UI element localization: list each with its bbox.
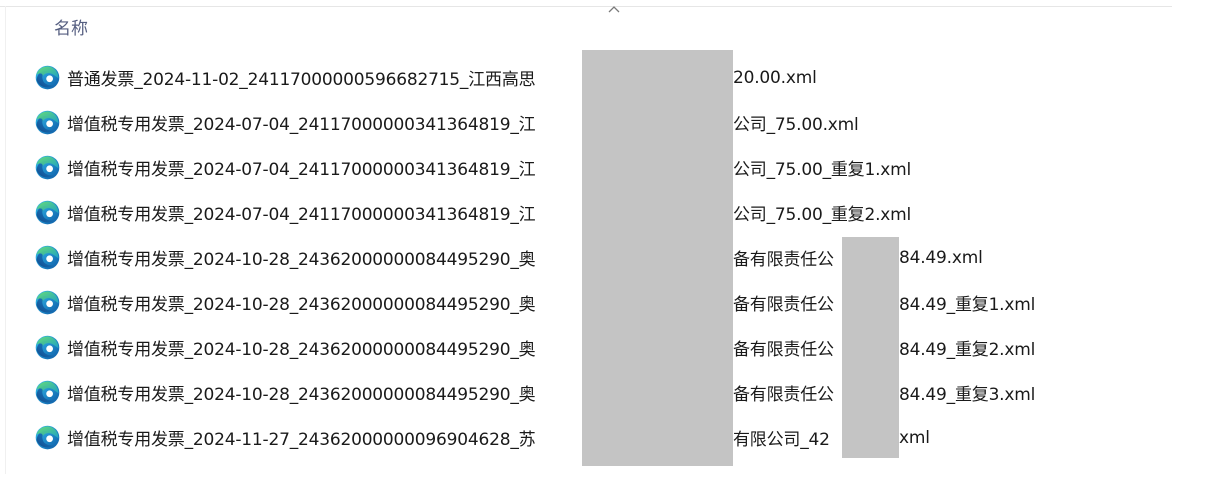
file-name: 增值税专用发票_2024-10-28_24362000000084495290_… — [67, 250, 536, 270]
file-name: 增值税专用发票_2024-07-04_24117000000341364819_… — [67, 160, 536, 180]
file-name-tail: 公司_75.00.xml — [733, 115, 859, 135]
file-name-tail-2: 84.49.xml — [899, 247, 983, 268]
file-name: 增值税专用发票_2024-10-28_24362000000084495290_… — [67, 385, 536, 405]
file-name-tail: 公司_75.00_重复1.xml — [733, 160, 912, 180]
file-name-tail-2: xml — [899, 427, 930, 448]
chevron-up-icon[interactable] — [604, 2, 624, 16]
edge-browser-icon — [35, 245, 60, 270]
file-name-tail: 备有限责任公 — [733, 250, 834, 270]
edge-browser-icon — [35, 65, 60, 90]
file-name: 普通发票_2024-11-02_24117000000596682715_江西高… — [67, 70, 536, 90]
edge-browser-icon — [35, 335, 60, 360]
file-name: 增值税专用发票_2024-07-04_24117000000341364819_… — [67, 115, 536, 135]
redaction-block — [582, 50, 733, 466]
file-name-tail: 备有限责任公 — [733, 340, 834, 360]
edge-browser-icon — [35, 155, 60, 180]
edge-browser-icon — [35, 425, 60, 450]
file-name: 增值税专用发票_2024-10-28_24362000000084495290_… — [67, 295, 536, 315]
header-divider — [0, 6, 1172, 7]
file-explorer-window: 名称 普通发票_2024-11-02_24117000000596682715_… — [0, 0, 1217, 479]
edge-browser-icon — [35, 200, 60, 225]
edge-browser-icon — [35, 380, 60, 405]
column-header-name[interactable]: 名称 — [54, 16, 88, 42]
redaction-block — [842, 237, 899, 458]
file-name-tail: 公司_75.00_重复2.xml — [733, 205, 912, 225]
pane-left-border — [5, 6, 6, 474]
file-name-tail-2: 84.49_重复1.xml — [899, 295, 1036, 315]
file-name-tail-2: 84.49_重复3.xml — [899, 385, 1036, 405]
file-name-tail-2: 84.49_重复2.xml — [899, 340, 1036, 360]
file-name-tail: 备有限责任公 — [733, 385, 834, 405]
file-name: 增值税专用发票_2024-07-04_24117000000341364819_… — [67, 205, 536, 225]
file-name-tail: 备有限责任公 — [733, 295, 834, 315]
file-name-tail: 有限公司_42 — [733, 430, 830, 450]
file-name-tail: 20.00.xml — [733, 67, 817, 88]
edge-browser-icon — [35, 110, 60, 135]
file-name: 增值税专用发票_2024-10-28_24362000000084495290_… — [67, 340, 536, 360]
file-name: 增值税专用发票_2024-11-27_24362000000096904628_… — [67, 430, 536, 450]
edge-browser-icon — [35, 290, 60, 315]
